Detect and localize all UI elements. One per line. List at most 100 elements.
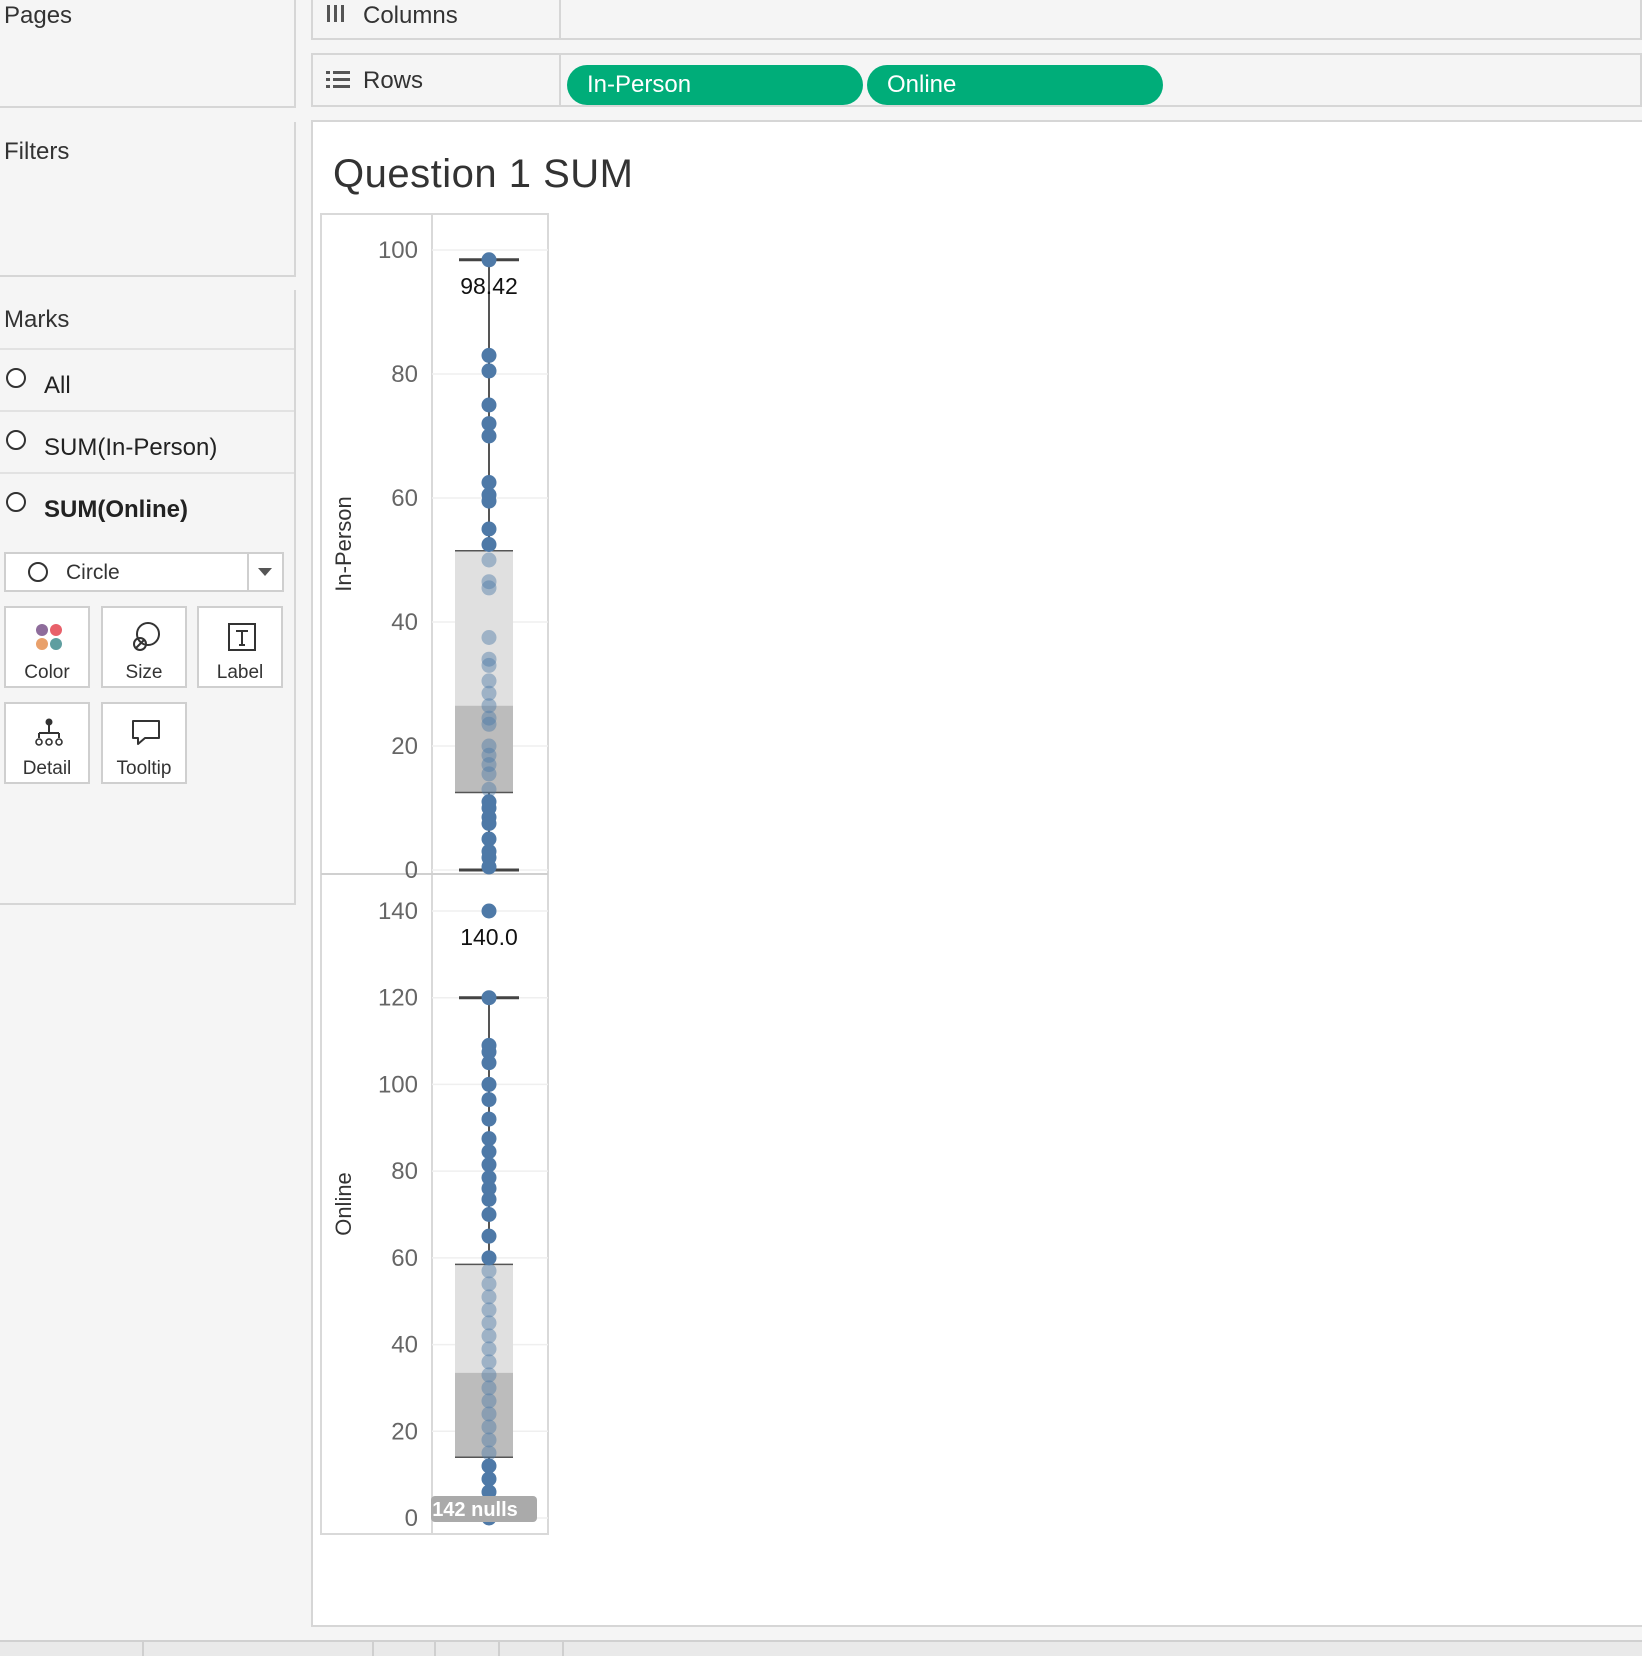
data-point <box>481 1380 497 1396</box>
marks-title: Marks <box>4 306 70 333</box>
data-point <box>481 1131 497 1147</box>
label-button[interactable]: Label <box>197 606 283 688</box>
data-point <box>481 397 497 413</box>
rows-label: Rows <box>363 67 424 94</box>
data-point <box>481 1471 497 1487</box>
pill-in-person[interactable]: In-Person <box>567 65 863 105</box>
data-point <box>481 347 497 363</box>
y-tick-label: 100 <box>378 1071 418 1098</box>
data-point <box>481 1354 497 1370</box>
dropdown-divider <box>247 554 249 590</box>
data-point <box>481 1250 497 1266</box>
label-button-label: Label <box>216 662 264 683</box>
data-point <box>481 1092 497 1108</box>
data-point <box>481 252 497 268</box>
size-icon <box>133 622 160 651</box>
y-tick-label: 0 <box>405 857 418 884</box>
detail-icon <box>35 718 63 746</box>
marks-item-sum-online[interactable]: SUM(Online) <box>0 472 294 534</box>
data-point <box>481 1458 497 1474</box>
data-point <box>481 630 497 645</box>
data-point <box>481 1276 497 1292</box>
data-point <box>481 657 497 673</box>
data-point <box>481 1341 497 1357</box>
rows-shelf-header: Rows <box>313 55 561 105</box>
pages-shelf[interactable]: Pages <box>0 0 296 108</box>
data-point <box>481 1302 497 1318</box>
y-tick-label: 20 <box>391 733 418 760</box>
rows-icon <box>326 71 350 88</box>
chevron-down-icon[interactable] <box>258 568 272 576</box>
y-tick-label: 100 <box>378 237 418 264</box>
radio-button[interactable] <box>6 368 26 388</box>
size-button[interactable]: Size <box>101 606 187 688</box>
data-point <box>481 1406 497 1422</box>
data-label: 98.42 <box>460 273 518 299</box>
color-button[interactable]: Color <box>4 606 90 688</box>
data-point <box>481 1445 497 1461</box>
data-point <box>481 1144 497 1160</box>
data-point <box>481 766 497 782</box>
data-point <box>481 537 497 552</box>
color-button-label: Color <box>24 662 70 683</box>
marks-item-all[interactable]: All <box>0 348 294 410</box>
box-plot-chart: 100 80 60 40 20 0 In-Person 98.42 140 120 100 80 60 4… <box>320 213 549 1535</box>
radio-button[interactable] <box>6 430 26 450</box>
marks-item-label: All <box>44 372 71 399</box>
y-tick-label: 140 <box>378 898 418 925</box>
data-point <box>481 1328 497 1344</box>
data-point <box>481 1289 497 1305</box>
columns-shelf[interactable]: Columns <box>311 0 1642 40</box>
y-tick-label: 60 <box>391 1245 418 1272</box>
tooltip-icon <box>132 720 160 745</box>
marks-item-label: SUM(In-Person) <box>44 434 218 461</box>
data-point <box>481 580 497 596</box>
data-point <box>481 493 497 509</box>
label-icon <box>228 623 256 651</box>
detail-button[interactable]: Detail <box>4 702 90 784</box>
data-point <box>481 521 497 537</box>
mark-type-dropdown[interactable]: Circle <box>4 552 284 592</box>
data-point <box>481 1432 497 1448</box>
data-point <box>481 903 497 919</box>
data-point <box>481 1419 497 1435</box>
y-tick-label: 80 <box>391 1158 418 1185</box>
y-tick-label: 40 <box>391 1332 418 1359</box>
rows-shelf[interactable]: Rows In-Person Online <box>311 53 1642 107</box>
viz-canvas: Question 1 SUM 100 80 60 40 20 0 In-Person 98.4… <box>311 120 1642 1627</box>
data-label: 140.0 <box>460 924 518 950</box>
data-point <box>481 1367 497 1383</box>
filters-shelf[interactable]: Filters <box>0 122 296 277</box>
data-point <box>481 1393 497 1409</box>
pill-online[interactable]: Online <box>867 65 1163 105</box>
y-tick-label: 120 <box>378 985 418 1012</box>
data-point <box>481 1055 497 1071</box>
marks-card: Marks All SUM(In-Person) SUM(Online) Cir… <box>0 290 296 905</box>
data-point <box>481 1228 497 1244</box>
mark-type-value: Circle <box>66 561 120 584</box>
tooltip-button[interactable]: Tooltip <box>101 702 187 784</box>
y-axis-title: Online <box>331 1172 356 1236</box>
data-point <box>481 816 497 831</box>
columns-icon <box>327 5 344 22</box>
detail-button-label: Detail <box>22 758 72 779</box>
data-point <box>481 990 497 1006</box>
data-point <box>481 363 497 379</box>
color-icon <box>36 624 62 650</box>
nulls-indicator-label: 142 nulls <box>432 1499 518 1521</box>
radio-button[interactable] <box>6 492 26 512</box>
data-point <box>481 428 497 444</box>
y-tick-label: 80 <box>391 361 418 388</box>
columns-label: Columns <box>363 2 458 29</box>
data-point <box>481 1157 497 1173</box>
data-point <box>481 716 497 732</box>
data-point <box>481 1111 497 1127</box>
tooltip-button-label: Tooltip <box>116 758 172 779</box>
data-point <box>481 1263 497 1279</box>
y-tick-label: 0 <box>405 1505 418 1532</box>
data-point <box>481 552 497 568</box>
data-point <box>481 1315 497 1331</box>
marks-item-sum-in-person[interactable]: SUM(In-Person) <box>0 410 294 472</box>
y-tick-label: 20 <box>391 1418 418 1445</box>
data-point <box>481 1191 497 1207</box>
